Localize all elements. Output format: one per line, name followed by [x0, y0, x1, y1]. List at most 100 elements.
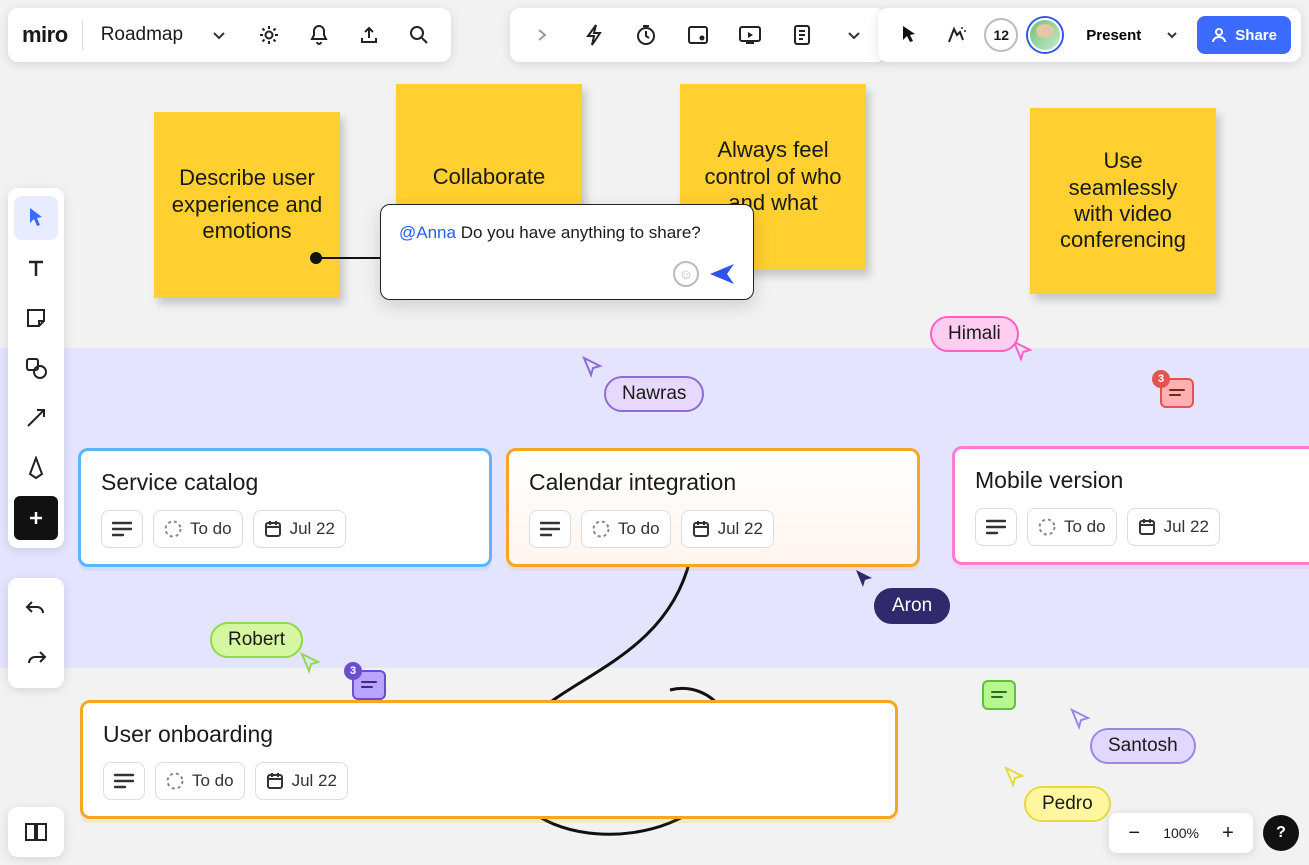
status-icon: [166, 772, 184, 790]
card-date: Jul 22: [292, 771, 337, 791]
text-tool[interactable]: [14, 246, 58, 290]
sticky-text: Use seamlessly with video conferencing: [1046, 148, 1200, 254]
description-icon: [112, 521, 132, 537]
share-button[interactable]: Share: [1197, 16, 1291, 54]
notes-icon[interactable]: [784, 17, 820, 53]
board-name[interactable]: Roadmap: [97, 24, 187, 46]
card-date-chip[interactable]: Jul 22: [1127, 508, 1220, 546]
user-avatar[interactable]: [1028, 18, 1062, 52]
emoji-icon[interactable]: ☺: [673, 261, 699, 287]
card-desc-chip[interactable]: [975, 508, 1017, 546]
comment-anchor-line: [316, 257, 380, 259]
zoom-controls: − 100% +: [1109, 813, 1253, 853]
user-pill-robert: Robert: [210, 622, 303, 658]
card-title: Service catalog: [101, 469, 469, 496]
comment-bubble[interactable]: [982, 680, 1016, 710]
shape-tool[interactable]: [14, 346, 58, 390]
export-upload-icon[interactable]: [351, 17, 387, 53]
card-date: Jul 22: [718, 519, 763, 539]
zoom-out-button[interactable]: −: [1117, 816, 1151, 850]
viewer-count-badge[interactable]: 12: [984, 18, 1018, 52]
presentation-icon[interactable]: [732, 17, 768, 53]
undo-redo-toolbar: [8, 578, 64, 688]
card-status-chip[interactable]: To do: [1027, 508, 1117, 546]
redo-button[interactable]: [14, 636, 58, 680]
sticky-note[interactable]: Use seamlessly with video conferencing: [1030, 108, 1216, 294]
top-center-toolbar: [510, 8, 886, 62]
card-status: To do: [618, 519, 660, 539]
user-cursor-icon: [1004, 766, 1026, 788]
user-pill-santosh: Santosh: [1090, 728, 1196, 764]
card-status-chip[interactable]: To do: [155, 762, 245, 800]
search-icon[interactable]: [401, 17, 437, 53]
pen-tool[interactable]: [14, 446, 58, 490]
help-button[interactable]: ?: [1263, 815, 1299, 851]
card-user-onboarding[interactable]: User onboarding To do Jul 22: [80, 700, 898, 819]
sticky-tool[interactable]: [14, 296, 58, 340]
comment-dialog[interactable]: @Anna Do you have anything to share? ☺: [380, 204, 754, 300]
present-chevron-icon[interactable]: [1157, 16, 1187, 54]
left-toolbar: [8, 188, 64, 548]
card-calendar-integration[interactable]: Calendar integration To do Jul 22: [506, 448, 920, 567]
card-date: Jul 22: [1164, 517, 1209, 537]
bolt-icon[interactable]: [576, 17, 612, 53]
user-pill-nawras: Nawras: [604, 376, 704, 412]
card-status-chip[interactable]: To do: [153, 510, 243, 548]
comment-text[interactable]: @Anna Do you have anything to share?: [399, 223, 735, 243]
present-button[interactable]: Present: [1072, 16, 1155, 54]
card-desc-chip[interactable]: [101, 510, 143, 548]
settings-gear-icon[interactable]: [251, 17, 287, 53]
card-date-chip[interactable]: Jul 22: [253, 510, 346, 548]
lines-icon: [361, 680, 377, 690]
card-desc-chip[interactable]: [529, 510, 571, 548]
expand-chevron-icon[interactable]: [524, 17, 560, 53]
voting-icon[interactable]: [680, 17, 716, 53]
card-status: To do: [190, 519, 232, 539]
card-status-chip[interactable]: To do: [581, 510, 671, 548]
description-icon: [986, 519, 1006, 535]
zoom-level[interactable]: 100%: [1157, 825, 1205, 841]
divider: [82, 20, 83, 50]
cursor-tool-icon[interactable]: [892, 17, 928, 53]
user-pill-himali: Himali: [930, 316, 1019, 352]
user-pill-pedro: Pedro: [1024, 786, 1111, 822]
comment-count: 3: [1152, 370, 1170, 388]
arrow-tool[interactable]: [14, 396, 58, 440]
select-tool[interactable]: [14, 196, 58, 240]
sticky-note[interactable]: Describe user experience and emotions: [154, 112, 340, 298]
minimap-toggle[interactable]: [8, 807, 64, 857]
zoom-in-button[interactable]: +: [1211, 816, 1245, 850]
calendar-icon: [1138, 518, 1156, 536]
sticky-text: Collaborate: [433, 164, 546, 190]
add-tool[interactable]: [14, 496, 58, 540]
card-service-catalog[interactable]: Service catalog To do Jul 22: [78, 448, 492, 567]
board-menu-chevron-icon[interactable]: [201, 17, 237, 53]
lines-icon: [991, 690, 1007, 700]
comment-bubble[interactable]: 3: [1160, 378, 1194, 408]
user-cursor-icon: [582, 356, 604, 378]
card-date-chip[interactable]: Jul 22: [681, 510, 774, 548]
card-title: User onboarding: [103, 721, 875, 748]
comment-bubble[interactable]: 3: [352, 670, 386, 700]
calendar-icon: [264, 520, 282, 538]
card-desc-chip[interactable]: [103, 762, 145, 800]
present-group: Present: [1072, 16, 1187, 54]
reactions-icon[interactable]: [938, 17, 974, 53]
description-icon: [114, 773, 134, 789]
card-date: Jul 22: [290, 519, 335, 539]
lines-icon: [1169, 388, 1185, 398]
card-mobile-version[interactable]: Mobile version To do Jul 22: [952, 446, 1309, 565]
send-icon[interactable]: [709, 262, 735, 286]
card-status: To do: [1064, 517, 1106, 537]
more-chevron-icon[interactable]: [836, 17, 872, 53]
share-label: Share: [1235, 27, 1277, 44]
timer-icon[interactable]: [628, 17, 664, 53]
undo-button[interactable]: [14, 586, 58, 630]
description-icon: [540, 521, 560, 537]
notifications-bell-icon[interactable]: [301, 17, 337, 53]
status-icon: [1038, 518, 1056, 536]
user-pill-aron: Aron: [874, 588, 950, 624]
miro-logo[interactable]: miro: [22, 22, 68, 48]
share-person-icon: [1211, 27, 1227, 43]
card-date-chip[interactable]: Jul 22: [255, 762, 348, 800]
